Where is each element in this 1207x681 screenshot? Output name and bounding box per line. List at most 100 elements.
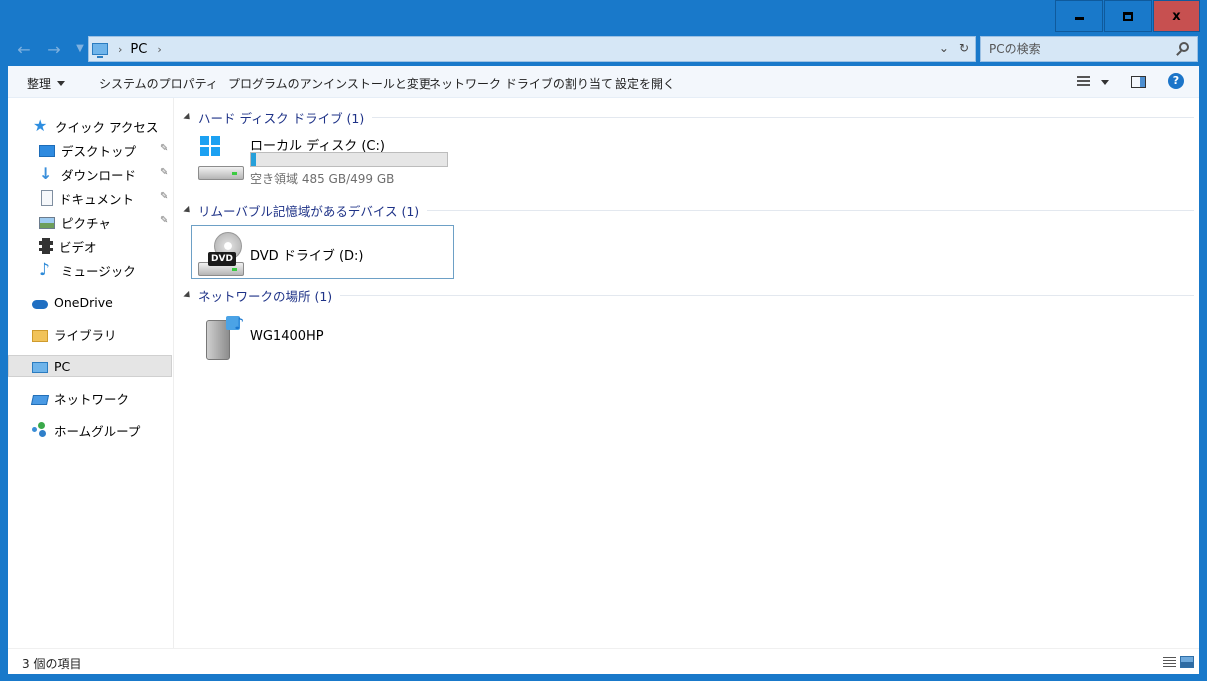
sidebar-item-downloads[interactable]: ↓ ダウンロード ✎	[8, 163, 172, 185]
sidebar-item-label: デスクトップ	[61, 143, 137, 159]
close-icon: x	[1172, 8, 1181, 24]
chevron-down-icon	[57, 81, 66, 86]
drive-name: DVD ドライブ (D:)	[250, 249, 364, 264]
dvd-badge: DVD	[208, 252, 236, 266]
drive-tile-d[interactable]: DVD DVD ドライブ (D:)	[191, 225, 454, 279]
sidebar-item-label: ドキュメント	[59, 191, 135, 207]
divider	[372, 116, 1194, 118]
group-header-label: ネットワークの場所 (1)	[198, 288, 333, 304]
status-bar: 3 個の項目	[8, 648, 1199, 674]
network-device-tile[interactable]: ♪ WG1400HP	[192, 310, 454, 364]
address-dropdown-icon[interactable]: ⌄	[939, 41, 949, 55]
sidebar-item-videos[interactable]: ビデオ	[8, 235, 172, 257]
minimize-button[interactable]	[1055, 0, 1103, 32]
divider	[340, 294, 1194, 296]
search-icon[interactable]	[1179, 42, 1189, 52]
sidebar-item-label: ネットワーク	[54, 391, 130, 407]
divider	[427, 209, 1194, 211]
sidebar-item-desktop[interactable]: デスクトップ ✎	[8, 139, 172, 161]
sidebar-item-label: PC	[54, 358, 71, 374]
explorer-content: ★ クイック アクセス デスクトップ ✎ ↓ ダウンロード ✎ ドキュメント ✎…	[8, 98, 1199, 648]
command-bar: 整理 システムのプロパティ プログラムのアンインストールと変更 ネットワーク ド…	[8, 66, 1199, 98]
sidebar-item-pictures[interactable]: ピクチャ ✎	[8, 211, 172, 233]
pc-icon	[92, 43, 108, 58]
maximize-icon	[1123, 11, 1133, 21]
address-bar[interactable]: › PC › ⌄ ↻	[88, 36, 976, 62]
large-icons-view-icon[interactable]	[1180, 656, 1194, 668]
group-header-removable[interactable]: リムーバブル記憶域があるデバイス (1)	[183, 201, 1194, 219]
open-settings-button[interactable]: 設定を開く	[615, 75, 675, 92]
map-network-drive-button[interactable]: ネットワーク ドライブの割り当て	[429, 75, 613, 92]
collapse-triangle-icon[interactable]	[183, 290, 193, 300]
group-header-network[interactable]: ネットワークの場所 (1)	[183, 286, 1194, 304]
item-count: 3 個の項目	[22, 657, 82, 671]
forward-arrow-icon[interactable]: →	[44, 40, 64, 59]
breadcrumb-chevron-icon[interactable]: ›	[157, 43, 161, 56]
system-properties-button[interactable]: システムのプロパティ	[99, 75, 218, 92]
minimize-icon	[1074, 17, 1084, 20]
recent-locations-chevron-icon[interactable]: ▼	[70, 43, 90, 54]
close-button[interactable]: x	[1153, 0, 1200, 32]
document-icon	[41, 190, 53, 206]
help-icon[interactable]: ?	[1168, 73, 1184, 89]
media-server-icon: ♪	[198, 314, 246, 360]
pin-icon[interactable]: ✎	[160, 168, 168, 178]
collapse-triangle-icon[interactable]	[183, 112, 193, 122]
sidebar-item-music[interactable]: ♪ ミュージック	[8, 259, 172, 281]
sidebar-item-homegroup[interactable]: ホームグループ	[8, 419, 172, 441]
breadcrumb-separator-icon[interactable]: ›	[118, 43, 122, 56]
maximize-button[interactable]	[1104, 0, 1152, 32]
sidebar-item-network[interactable]: ネットワーク	[8, 387, 172, 409]
pin-icon[interactable]: ✎	[160, 216, 168, 226]
back-arrow-icon[interactable]: ←	[14, 40, 34, 59]
pin-icon[interactable]: ✎	[160, 144, 168, 154]
music-icon: ♪	[39, 260, 50, 280]
network-icon	[30, 394, 50, 405]
preview-pane-icon[interactable]	[1131, 76, 1146, 88]
dvd-drive-icon: DVD	[198, 232, 246, 276]
sidebar-item-pc[interactable]: PC	[8, 355, 172, 377]
search-box[interactable]	[980, 36, 1198, 62]
video-icon	[39, 238, 53, 254]
collapse-triangle-icon[interactable]	[183, 205, 193, 215]
free-space-text: 空き領域 485 GB/499 GB	[250, 172, 395, 186]
pc-icon	[32, 361, 48, 373]
view-options-chevron-icon[interactable]	[1101, 80, 1109, 85]
uninstall-program-button[interactable]: プログラムのアンインストールと変更	[228, 75, 431, 92]
details-view-icon[interactable]	[1163, 656, 1176, 668]
organize-label: 整理	[27, 77, 52, 91]
sidebar-item-label: ビデオ	[59, 239, 97, 255]
disk-usage-fill	[251, 153, 257, 166]
download-icon: ↓	[39, 164, 53, 183]
organize-menu[interactable]: 整理	[27, 75, 66, 92]
sidebar-item-libraries[interactable]: ライブラリ	[8, 323, 172, 345]
group-header-hdd[interactable]: ハード ディスク ドライブ (1)	[183, 108, 1194, 126]
onedrive-cloud-icon	[32, 299, 48, 309]
desktop-icon	[39, 145, 55, 157]
navigation-bar: ← → ▼ › PC › ⌄ ↻	[0, 32, 1207, 66]
sidebar-item-label: OneDrive	[54, 294, 113, 310]
breadcrumb-pc[interactable]: PC	[130, 42, 147, 57]
sidebar-item-onedrive[interactable]: OneDrive	[8, 291, 172, 313]
drive-tile-c[interactable]: ローカル ディスク (C:) 空き領域 485 GB/499 GB	[192, 130, 454, 186]
pin-icon[interactable]: ✎	[160, 192, 168, 202]
sidebar-item-documents[interactable]: ドキュメント ✎	[8, 187, 172, 209]
group-header-label: ハード ディスク ドライブ (1)	[198, 110, 365, 126]
sidebar-item-label: クイック アクセス	[55, 119, 159, 135]
library-folder-icon	[32, 329, 48, 342]
group-header-label: リムーバブル記憶域があるデバイス (1)	[198, 203, 420, 219]
disk-usage-bar	[250, 152, 448, 167]
sidebar-item-label: ホームグループ	[54, 423, 141, 439]
homegroup-icon	[32, 422, 48, 438]
sidebar-item-label: ミュージック	[61, 263, 136, 279]
sidebar-item-quick-access[interactable]: ★ クイック アクセス	[8, 115, 172, 137]
change-view-icon[interactable]	[1077, 75, 1090, 88]
search-input[interactable]	[989, 42, 1169, 56]
refresh-icon[interactable]: ↻	[959, 41, 969, 55]
title-bar: x	[0, 0, 1207, 32]
hard-drive-icon	[198, 136, 246, 180]
sidebar-item-label: ライブラリ	[54, 327, 117, 343]
star-icon: ★	[33, 116, 48, 135]
device-name: WG1400HP	[250, 329, 324, 344]
windows-logo-icon	[200, 136, 220, 156]
